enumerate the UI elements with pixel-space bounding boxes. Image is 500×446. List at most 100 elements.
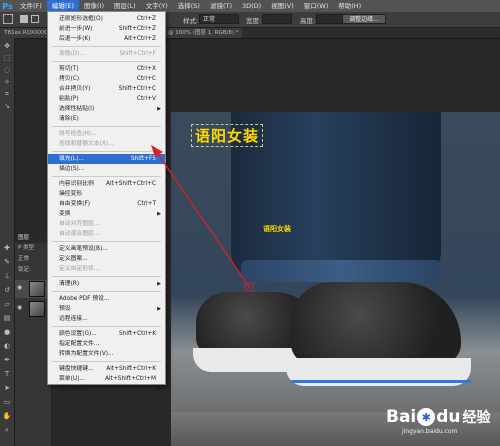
menu-item[interactable]: 清除(E) [48, 114, 165, 124]
baidu-url: jingyan.baidu.com [402, 428, 458, 435]
menu-item[interactable]: 后退一步(K) Alt+Ctrl+Z [48, 34, 165, 44]
menu-item[interactable]: 菜单(U)... Alt+Shift+Ctrl+M [48, 374, 165, 384]
menu-item-label: 颜色设置(G)... [59, 331, 97, 337]
menu-item[interactable]: 操控变形 [48, 189, 165, 199]
eyedropper-icon[interactable]: ↘ [3, 102, 11, 110]
dodge-icon[interactable]: ◐ [3, 342, 11, 350]
menu-item[interactable]: Adobe PDF 预设... [48, 294, 165, 304]
menu-item-label: 描边(S)... [59, 166, 85, 172]
menu-item-shortcut: Alt+Shift+Ctrl+C [106, 181, 156, 187]
menu-item[interactable]: 剪切(T) Ctrl+X [48, 64, 165, 74]
menu-item-label: 粘贴(P) [59, 96, 79, 102]
lasso-icon[interactable]: ◌ [3, 66, 11, 74]
hand-icon[interactable]: ✋ [3, 412, 12, 420]
menu-item[interactable]: 首选项(N) ▶ [48, 384, 165, 394]
layers-panel-title[interactable]: 图层 [15, 234, 51, 243]
menu-item[interactable]: 预设 ▶ [48, 304, 165, 314]
menu-item[interactable]: 内容识别比例 Alt+Shift+Ctrl+C [48, 179, 165, 189]
menu-item[interactable]: 指定配置文件... [48, 339, 165, 349]
menu-item[interactable]: 还原矩形选框(O) Ctrl+Z [48, 14, 165, 24]
menu-item-label: 渐隐(D)... [59, 51, 86, 57]
move-icon[interactable]: ✥ [3, 42, 11, 50]
menu-item-label: 内容识别比例 [59, 181, 94, 187]
layer-kind-filter[interactable]: P 类型 [15, 244, 51, 253]
edit-menu-dropdown: 还原矩形选框(O) Ctrl+Z 前进一步(W) Shift+Ctrl+Z 后退一步(K… [47, 11, 166, 392]
eye-icon[interactable]: ◉ [17, 284, 22, 291]
layer-row[interactable]: ◉ [15, 300, 51, 318]
menu-item[interactable]: 键盘快捷键... Alt+Shift+Ctrl+K [48, 364, 165, 374]
add-selection-icon[interactable] [31, 15, 39, 23]
tab-document-active[interactable]: @ 100% (图层 1, RGB/8) * [164, 28, 243, 38]
menu-item[interactable]: 远程连接... [48, 314, 165, 324]
blend-mode-select[interactable]: 正常 [15, 255, 51, 264]
width-field[interactable] [262, 14, 292, 24]
new-selection-icon[interactable] [20, 15, 28, 23]
shape-icon[interactable]: ▭ [3, 398, 11, 406]
type-icon[interactable]: T [3, 370, 11, 378]
width-label: 宽度: [246, 17, 262, 25]
menu-item-shortcut: Shift+Ctrl+K [118, 331, 156, 337]
menu-item[interactable]: 选择性粘贴(I) ▶ [48, 104, 165, 114]
path-select-icon[interactable]: ➤ [3, 384, 11, 392]
menu-view[interactable]: 视图(V) [266, 0, 299, 12]
menu-item[interactable]: 合并拷贝(Y) Shift+Ctrl+C [48, 84, 165, 94]
menu-3d[interactable]: 3D(D) [237, 0, 266, 12]
crop-icon[interactable]: ⌗ [3, 90, 11, 98]
gradient-icon[interactable]: ▤ [3, 314, 11, 322]
marquee-tool-preset-icon[interactable] [3, 14, 13, 24]
menu-item[interactable]: 转换为配置文件(V)... [48, 349, 165, 359]
marquee-icon[interactable]: ⬚ [3, 54, 11, 62]
menu-window[interactable]: 窗口(W) [299, 0, 334, 12]
menu-separator [52, 361, 161, 362]
menu-item-shortcut: Ctrl+Z [136, 16, 156, 22]
menu-item[interactable]: 清理(R) ▶ [48, 279, 165, 289]
style-select[interactable]: 正常 [199, 14, 239, 24]
menu-item-label: 转换为配置文件(V)... [59, 351, 114, 357]
baidu-brand-text: Bai [386, 407, 417, 427]
zoom-icon[interactable]: ⌕ [3, 426, 11, 434]
menu-item-shortcut: Alt+Ctrl+Z [124, 36, 156, 42]
menu-item-label: 后退一步(K) [59, 36, 91, 42]
eye-icon[interactable]: ◉ [17, 304, 22, 311]
menu-item[interactable]: 颜色设置(G)... Shift+Ctrl+K [48, 329, 165, 339]
menu-item[interactable]: 拷贝(C) Ctrl+C [48, 74, 165, 84]
menu-item-label: 变换 [59, 211, 71, 217]
menu-item-shortcut: Shift+Ctrl+F [119, 51, 156, 57]
stamp-icon[interactable]: ⊥ [3, 272, 11, 280]
blur-icon[interactable]: ● [3, 328, 11, 336]
eraser-icon[interactable]: ▱ [3, 300, 11, 308]
menu-item[interactable]: 自由变换(F) Ctrl+T [48, 199, 165, 209]
menu-item[interactable]: 填充(L)... Shift+F5 [48, 154, 165, 164]
layer-row[interactable]: ◉ [15, 280, 51, 298]
menu-item-label: 选择性粘贴(I) [59, 106, 95, 112]
menu-file[interactable]: 文件(F) [15, 0, 47, 12]
pen-icon[interactable]: ✒ [3, 356, 11, 364]
jeans-cuff-graphic [241, 260, 441, 282]
menu-help[interactable]: 帮助(H) [333, 0, 366, 12]
canvas-image[interactable]: 语阳女装 语阳女装 [171, 112, 500, 446]
menu-item-label: 菜单(U)... [59, 376, 85, 382]
menu-item-label: 合并拷贝(Y) [59, 86, 91, 92]
menu-item: 渐隐(D)... Shift+Ctrl+F [48, 49, 165, 59]
menu-item-shortcut: Ctrl+T [137, 201, 156, 207]
tab-document-left[interactable]: TB1ex.RQXXXXX [0, 28, 54, 38]
menu-item-label: 定义图案... [59, 256, 88, 262]
menu-item[interactable]: 变换 ▶ [48, 209, 165, 219]
menu-item[interactable]: 粘贴(P) Ctrl+V [48, 94, 165, 104]
refine-edge-button[interactable]: 调整边缘... [342, 14, 386, 24]
menu-item-shortcut: Ctrl+V [136, 96, 156, 102]
menu-select[interactable]: 选择(S) [173, 0, 205, 12]
menu-filter[interactable]: 滤镜(T) [205, 0, 237, 12]
healing-icon[interactable]: ✚ [3, 244, 11, 252]
menu-separator [52, 276, 161, 277]
menu-item[interactable]: 前进一步(W) Shift+Ctrl+Z [48, 24, 165, 34]
magic-wand-icon[interactable]: ✧ [3, 78, 11, 86]
baidu-jingyan-logo: Bai ✱ du 经验 jingyan.baidu.com [386, 398, 491, 436]
menu-item[interactable]: 定义画笔预设(B)... [48, 244, 165, 254]
watermark-text-large: 语阳女装 [191, 124, 264, 147]
submenu-arrow-icon: ▶ [157, 386, 161, 392]
menu-item[interactable]: 描边(S)... [48, 164, 165, 174]
brush-icon[interactable]: ✎ [3, 258, 11, 266]
menu-item[interactable]: 定义图案... [48, 254, 165, 264]
history-brush-icon[interactable]: ↺ [3, 286, 11, 294]
